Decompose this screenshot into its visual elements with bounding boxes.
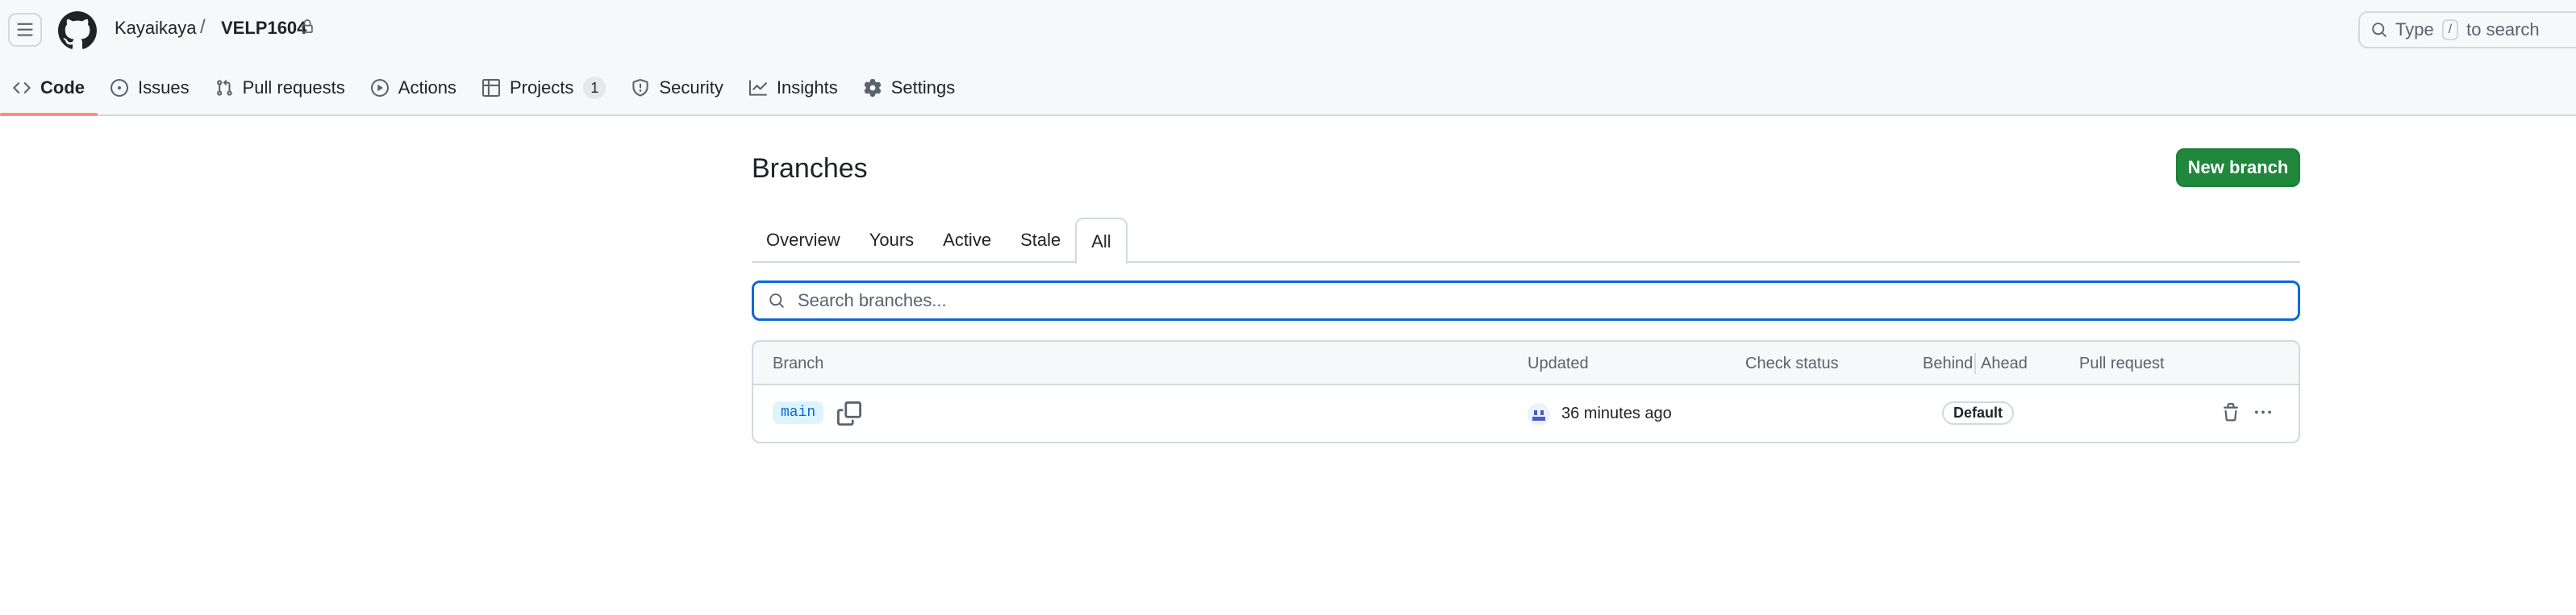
behind-ahead-divider [1974,353,1976,374]
global-search-input[interactable]: Type / to search [2358,11,2576,48]
column-behind: Behind [1923,355,1974,372]
tab-issues[interactable]: Issues [98,69,202,106]
branches-table: Branch Updated Check status Behind Ahead… [752,340,2300,443]
gear-icon [864,79,881,97]
projects-counter-badge: 1 [583,77,606,99]
column-check-status: Check status [1745,355,1839,372]
tab-code-label: Code [40,77,85,98]
tab-overview[interactable]: Overview [752,218,855,263]
tab-insights-label: Insights [776,77,838,98]
column-updated: Updated [1528,355,1589,372]
tab-code[interactable]: Code [0,69,98,116]
hamburger-icon [17,23,33,36]
lock-icon [302,19,313,33]
table-header: Branch Updated Check status Behind Ahead… [753,342,2299,385]
breadcrumb-repo-link[interactable]: VELP1604 [221,18,306,39]
app-header: Kayaikaya / VELP1604 Type / to search Co… [0,0,2576,116]
branch-filter-tabs: Overview Yours Active Stale All [752,218,2300,264]
copy-icon[interactable] [837,401,861,426]
column-branch: Branch [773,355,824,372]
tab-projects[interactable]: Projects 1 [469,69,619,106]
graph-icon [748,80,767,96]
tab-yours[interactable]: Yours [855,218,928,263]
search-shortcut-key: / [2441,19,2459,40]
tab-security-label: Security [659,77,723,98]
branch-search-field[interactable] [752,280,2300,321]
tab-all[interactable]: All [1075,218,1128,264]
tab-pull-requests-label: Pull requests [242,77,345,98]
tab-pull-requests[interactable]: Pull requests [202,69,358,106]
kebab-horizontal-icon[interactable] [2252,405,2274,421]
search-placeholder-prefix: Type [2395,19,2434,39]
avatar[interactable] [1528,403,1550,426]
tab-security[interactable]: Security [619,69,736,106]
search-placeholder-suffix: to search [2466,19,2540,39]
table-row: main 36 minutes ago Default [753,385,2299,442]
branch-search-input[interactable] [798,290,2249,311]
github-logo-icon[interactable] [58,11,97,50]
tab-stale[interactable]: Stale [1006,218,1075,263]
new-branch-button[interactable]: New branch [2176,148,2300,187]
branch-name-link[interactable]: main [773,401,824,424]
tab-issues-label: Issues [138,77,190,98]
global-menu-button[interactable] [8,13,42,47]
column-pull-request: Pull request [2079,355,2165,372]
breadcrumb-separator: / [200,16,206,38]
tab-settings-label: Settings [890,77,956,98]
tab-settings[interactable]: Settings [851,69,969,106]
tab-projects-label: Projects [509,77,574,98]
default-badge: Default [1942,401,2015,425]
code-icon [13,82,31,93]
tab-insights[interactable]: Insights [736,69,851,106]
search-icon [2372,23,2386,37]
search-icon [769,293,784,308]
page-title: Branches [752,153,868,184]
play-icon [370,79,389,97]
tab-actions-label: Actions [398,77,456,98]
updated-time: 36 minutes ago [1561,405,1672,422]
column-ahead: Ahead [1981,355,2028,372]
repo-nav: Code Issues Pull requests Actions Projec… [0,69,968,116]
git-pull-request-icon [216,79,232,96]
issue-opened-icon [110,79,128,97]
shield-icon [632,79,649,97]
tab-actions[interactable]: Actions [358,69,469,106]
table-icon [481,79,500,97]
tab-active[interactable]: Active [928,218,1006,263]
breadcrumb-owner-link[interactable]: Kayaikaya [115,18,197,39]
trash-icon[interactable] [2221,403,2240,422]
